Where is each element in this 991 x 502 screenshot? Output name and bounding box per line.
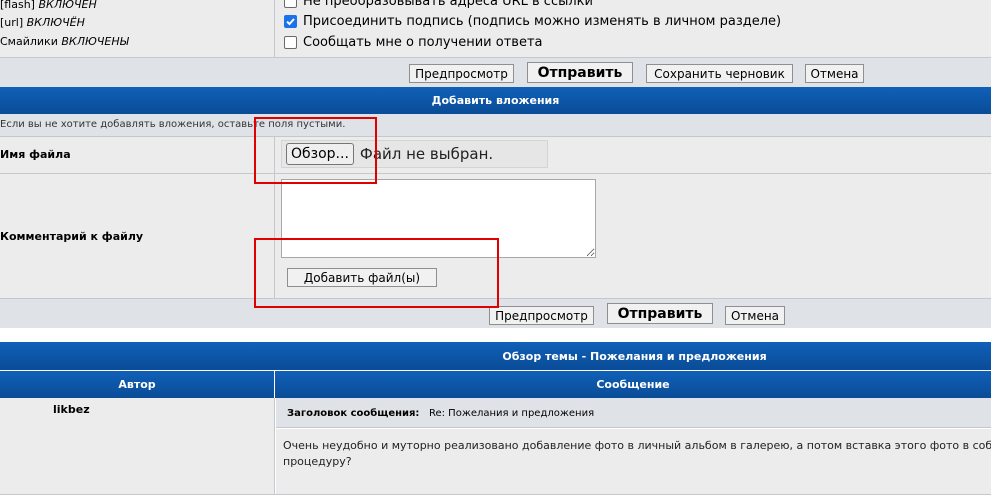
post-subject: Заголовок сообщения: Re: Пожелания и пре… [287, 408, 595, 419]
cancel-button-bottom[interactable]: Отмена [725, 306, 785, 325]
preview-button-top[interactable]: Предпросмотр [409, 64, 514, 83]
cancel-button-top[interactable]: Отмена [805, 64, 864, 83]
submit-button-top[interactable]: Отправить [527, 62, 633, 83]
option-disable-url[interactable]: Не преобразовывать адреса URL в ссылки [284, 0, 593, 9]
checkbox-notify-reply[interactable] [284, 35, 297, 49]
submit-button-bottom[interactable]: Отправить [607, 303, 713, 324]
save-draft-button[interactable]: Сохранить черновик [646, 64, 793, 83]
bbcode-flash-status: [flash] ВКЛЮЧЁН [0, 0, 97, 11]
attachments-hint: Если вы не хотите добавлять вложения, ос… [0, 114, 991, 136]
topic-review-header: Обзор темы - Пожелания и предложения [0, 342, 991, 370]
option-attach-signature[interactable]: Присоединить подпись (подпись можно изме… [284, 12, 781, 30]
bbcode-url-status: [url] ВКЛЮЧЁН [0, 16, 85, 29]
message-column-header: Сообщение [275, 371, 991, 398]
smilies-status: Смайлики ВКЛЮЧЕНЫ [0, 35, 129, 48]
filename-label: Имя файла [0, 148, 71, 161]
attachments-header: Добавить вложения [0, 87, 991, 114]
annotation-box-add-files [254, 238, 499, 308]
comment-label: Комментарий к файлу [0, 230, 144, 243]
preview-button-bottom[interactable]: Предпросмотр [489, 306, 594, 325]
checkbox-disable-url[interactable] [284, 0, 297, 8]
author-column-header: Автор [0, 371, 274, 398]
post-author-name: likbez [53, 403, 90, 416]
checkmark-icon [286, 17, 295, 25]
checkbox-attach-signature[interactable] [284, 14, 297, 28]
annotation-box-file-input [254, 117, 377, 184]
no-file-text: Файл не выбран. [359, 145, 494, 163]
post-bottom-border [0, 494, 991, 495]
post-body-text: Очень неудобно и муторно реализовано доб… [283, 439, 991, 468]
post-author-cell [0, 398, 275, 494]
options-divider [274, 0, 275, 57]
option-notify-reply[interactable]: Сообщать мне о получении ответа [284, 33, 543, 51]
